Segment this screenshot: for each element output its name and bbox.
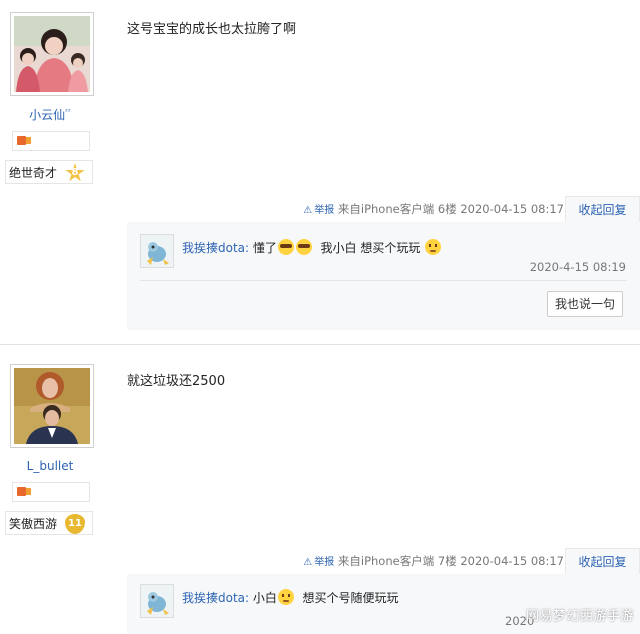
- post-floor-6: 小云仙ᶻᶻ 绝世奇才 8 这号宝宝的成长也太拉胯了啊 举报 来自iPhone客户…: [0, 0, 640, 344]
- level-badge[interactable]: 笑傲西游 11: [5, 511, 93, 535]
- reply-panel: 我挨揍dota: 小白 想买个号随便玩玩 2020: [127, 574, 640, 634]
- smile-emoji-icon: [425, 239, 442, 255]
- avatar-image: [14, 368, 90, 444]
- floor-number: 7楼: [437, 554, 457, 568]
- post-meta: 举报 来自iPhone客户端 7楼 2020-04-15 08:17: [303, 553, 564, 569]
- reply-panel: 我挨揍dota: 懂了 我小白 想买个玩玩 2020-4-15 08:19 我也…: [127, 222, 640, 330]
- post-source: 来自iPhone客户端: [337, 554, 435, 568]
- post-time: 2020-04-15 08:17: [460, 202, 564, 216]
- avatar[interactable]: [10, 12, 94, 96]
- post-time: 2020-04-15 08:17: [460, 554, 564, 568]
- collapse-reply-button[interactable]: 收起回复: [565, 548, 640, 574]
- sub-reply-author[interactable]: 我挨揍dota:: [182, 591, 249, 605]
- member-flag-icon: [17, 136, 31, 145]
- smile-emoji-icon: [277, 589, 294, 605]
- post-content: 就这垃圾还2500: [127, 374, 226, 389]
- level-badge[interactable]: 绝世奇才 8: [5, 160, 93, 184]
- level-title: 绝世奇才: [9, 166, 58, 180]
- post-floor-7: L_bullet 笑傲西游 11 就这垃圾还2500 举报 来自iPhone客户…: [0, 345, 640, 634]
- sub-reply-author[interactable]: 我挨揍dota:: [182, 241, 249, 255]
- sub-reply: 我挨揍dota: 懂了 我小白 想买个玩玩 2020-4-15 08:19: [140, 234, 640, 284]
- post-meta: 举报 来自iPhone客户端 6楼 2020-04-15 08:17: [303, 201, 564, 217]
- post-content: 这号宝宝的成长也太拉胯了啊: [127, 22, 297, 37]
- cool-emoji-icon: [277, 239, 294, 255]
- author-name[interactable]: 小云仙ᶻᶻ: [0, 106, 100, 123]
- collapse-reply-button[interactable]: 收起回复: [565, 196, 640, 222]
- level-shield-icon: 11: [65, 514, 85, 534]
- member-flag-icon: [17, 487, 31, 496]
- level-star-icon: 8: [65, 163, 85, 183]
- member-badge-bar: [12, 482, 90, 502]
- level-title: 笑傲西游: [9, 517, 58, 531]
- cool-emoji-icon: [295, 239, 312, 255]
- avatar[interactable]: [10, 364, 94, 448]
- report-link[interactable]: 举报: [303, 557, 334, 568]
- report-link[interactable]: 举报: [303, 205, 334, 216]
- post-source: 来自iPhone客户端: [337, 202, 435, 216]
- watermark: 网易梦幻西游手游: [525, 609, 634, 624]
- sub-reply-avatar[interactable]: [140, 234, 174, 268]
- sub-reply-text: 我挨揍dota: 小白 想买个号随便玩玩: [182, 589, 399, 605]
- sub-reply-text: 我挨揍dota: 懂了 我小白 想买个玩玩: [182, 239, 442, 256]
- say-something-button[interactable]: 我也说一句: [547, 291, 623, 317]
- sub-reply-time: 2020-4-15 08:19: [529, 260, 626, 274]
- member-badge-bar: [12, 131, 90, 151]
- sub-reply-avatar[interactable]: [140, 584, 174, 618]
- floor-number: 6楼: [437, 202, 457, 216]
- avatar-image: [14, 16, 90, 92]
- author-name[interactable]: L_bullet: [0, 458, 100, 473]
- divider: [140, 280, 627, 281]
